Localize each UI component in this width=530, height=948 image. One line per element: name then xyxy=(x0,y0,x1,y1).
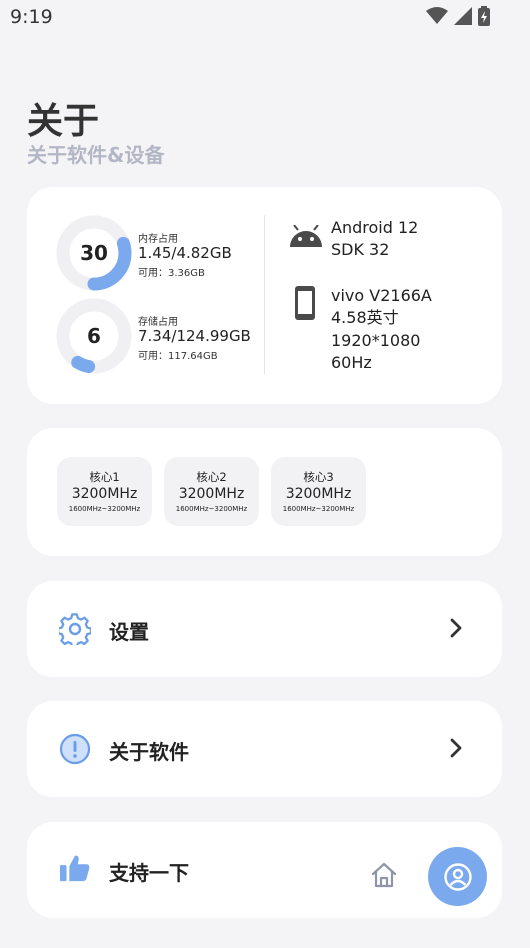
support-label: 支持一下 xyxy=(109,861,189,885)
core-name: 核心1 xyxy=(89,470,120,484)
chevron-right-icon xyxy=(450,618,462,638)
storage-percent: 6 xyxy=(87,324,101,348)
memory-ring: 30 xyxy=(56,215,132,291)
device-model: vivo V2166A xyxy=(331,286,432,305)
core-frequency: 3200MHz xyxy=(178,486,245,502)
storage-usage: 7.34/124.99GB xyxy=(138,327,251,345)
cpu-cores-card: 核心1 3200MHz 1600MHz~3200MHz 核心2 3200MHz … xyxy=(27,428,502,556)
memory-percent: 30 xyxy=(80,241,108,265)
core-frequency-range: 1600MHz~3200MHz xyxy=(282,505,355,513)
core-frequency-range: 1600MHz~3200MHz xyxy=(175,505,248,513)
memory-label: 内存占用 xyxy=(138,234,178,245)
sdk-version: SDK 32 xyxy=(331,240,390,259)
memory-available: 可用：3.36GB xyxy=(138,268,205,279)
core-name: 核心3 xyxy=(303,470,334,484)
status-bar: 9:19 xyxy=(0,0,530,36)
user-icon xyxy=(443,862,472,891)
screen-resolution: 1920*1080 xyxy=(331,331,421,350)
about-software-label: 关于软件 xyxy=(109,740,189,764)
profile-fab-button[interactable] xyxy=(428,847,487,906)
page-subtitle: 关于软件&设备 xyxy=(27,143,165,167)
settings-label: 设置 xyxy=(109,620,149,644)
storage-label: 存储占用 xyxy=(138,317,178,328)
chevron-right-icon xyxy=(450,738,462,758)
battery-charging-icon xyxy=(478,6,490,26)
settings-menu-item[interactable]: 设置 xyxy=(27,581,502,677)
core-frequency-range: 1600MHz~3200MHz xyxy=(68,505,141,513)
core-frequency: 3200MHz xyxy=(285,486,352,502)
core-name: 核心2 xyxy=(196,470,227,484)
info-alert-icon xyxy=(59,733,91,765)
gear-icon xyxy=(59,613,91,645)
core-frequency: 3200MHz xyxy=(71,486,138,502)
storage-available: 可用：117.64GB xyxy=(138,351,218,362)
cpu-core-1: 核心1 3200MHz 1600MHz~3200MHz xyxy=(57,457,152,526)
signal-icon xyxy=(454,7,472,25)
cpu-core-2: 核心2 3200MHz 1600MHz~3200MHz xyxy=(164,457,259,526)
page-title: 关于 xyxy=(27,101,100,142)
screen-size: 4.58英寸 xyxy=(331,308,399,327)
divider xyxy=(264,215,265,374)
android-version: Android 12 xyxy=(331,218,419,237)
android-icon xyxy=(290,225,322,247)
device-info-card: 30 内存占用 1.45/4.82GB 可用：3.36GB 6 存储占用 7.3… xyxy=(27,187,502,404)
phone-icon xyxy=(295,286,315,320)
cpu-core-3: 核心3 3200MHz 1600MHz~3200MHz xyxy=(271,457,366,526)
about-software-menu-item[interactable]: 关于软件 xyxy=(27,701,502,797)
memory-usage: 1.45/4.82GB xyxy=(138,244,232,262)
home-icon[interactable] xyxy=(369,860,399,890)
wifi-icon xyxy=(426,7,448,24)
status-time: 9:19 xyxy=(10,6,53,28)
refresh-rate: 60Hz xyxy=(331,353,372,372)
storage-ring: 6 xyxy=(56,298,132,374)
thumbs-up-icon xyxy=(59,855,90,882)
